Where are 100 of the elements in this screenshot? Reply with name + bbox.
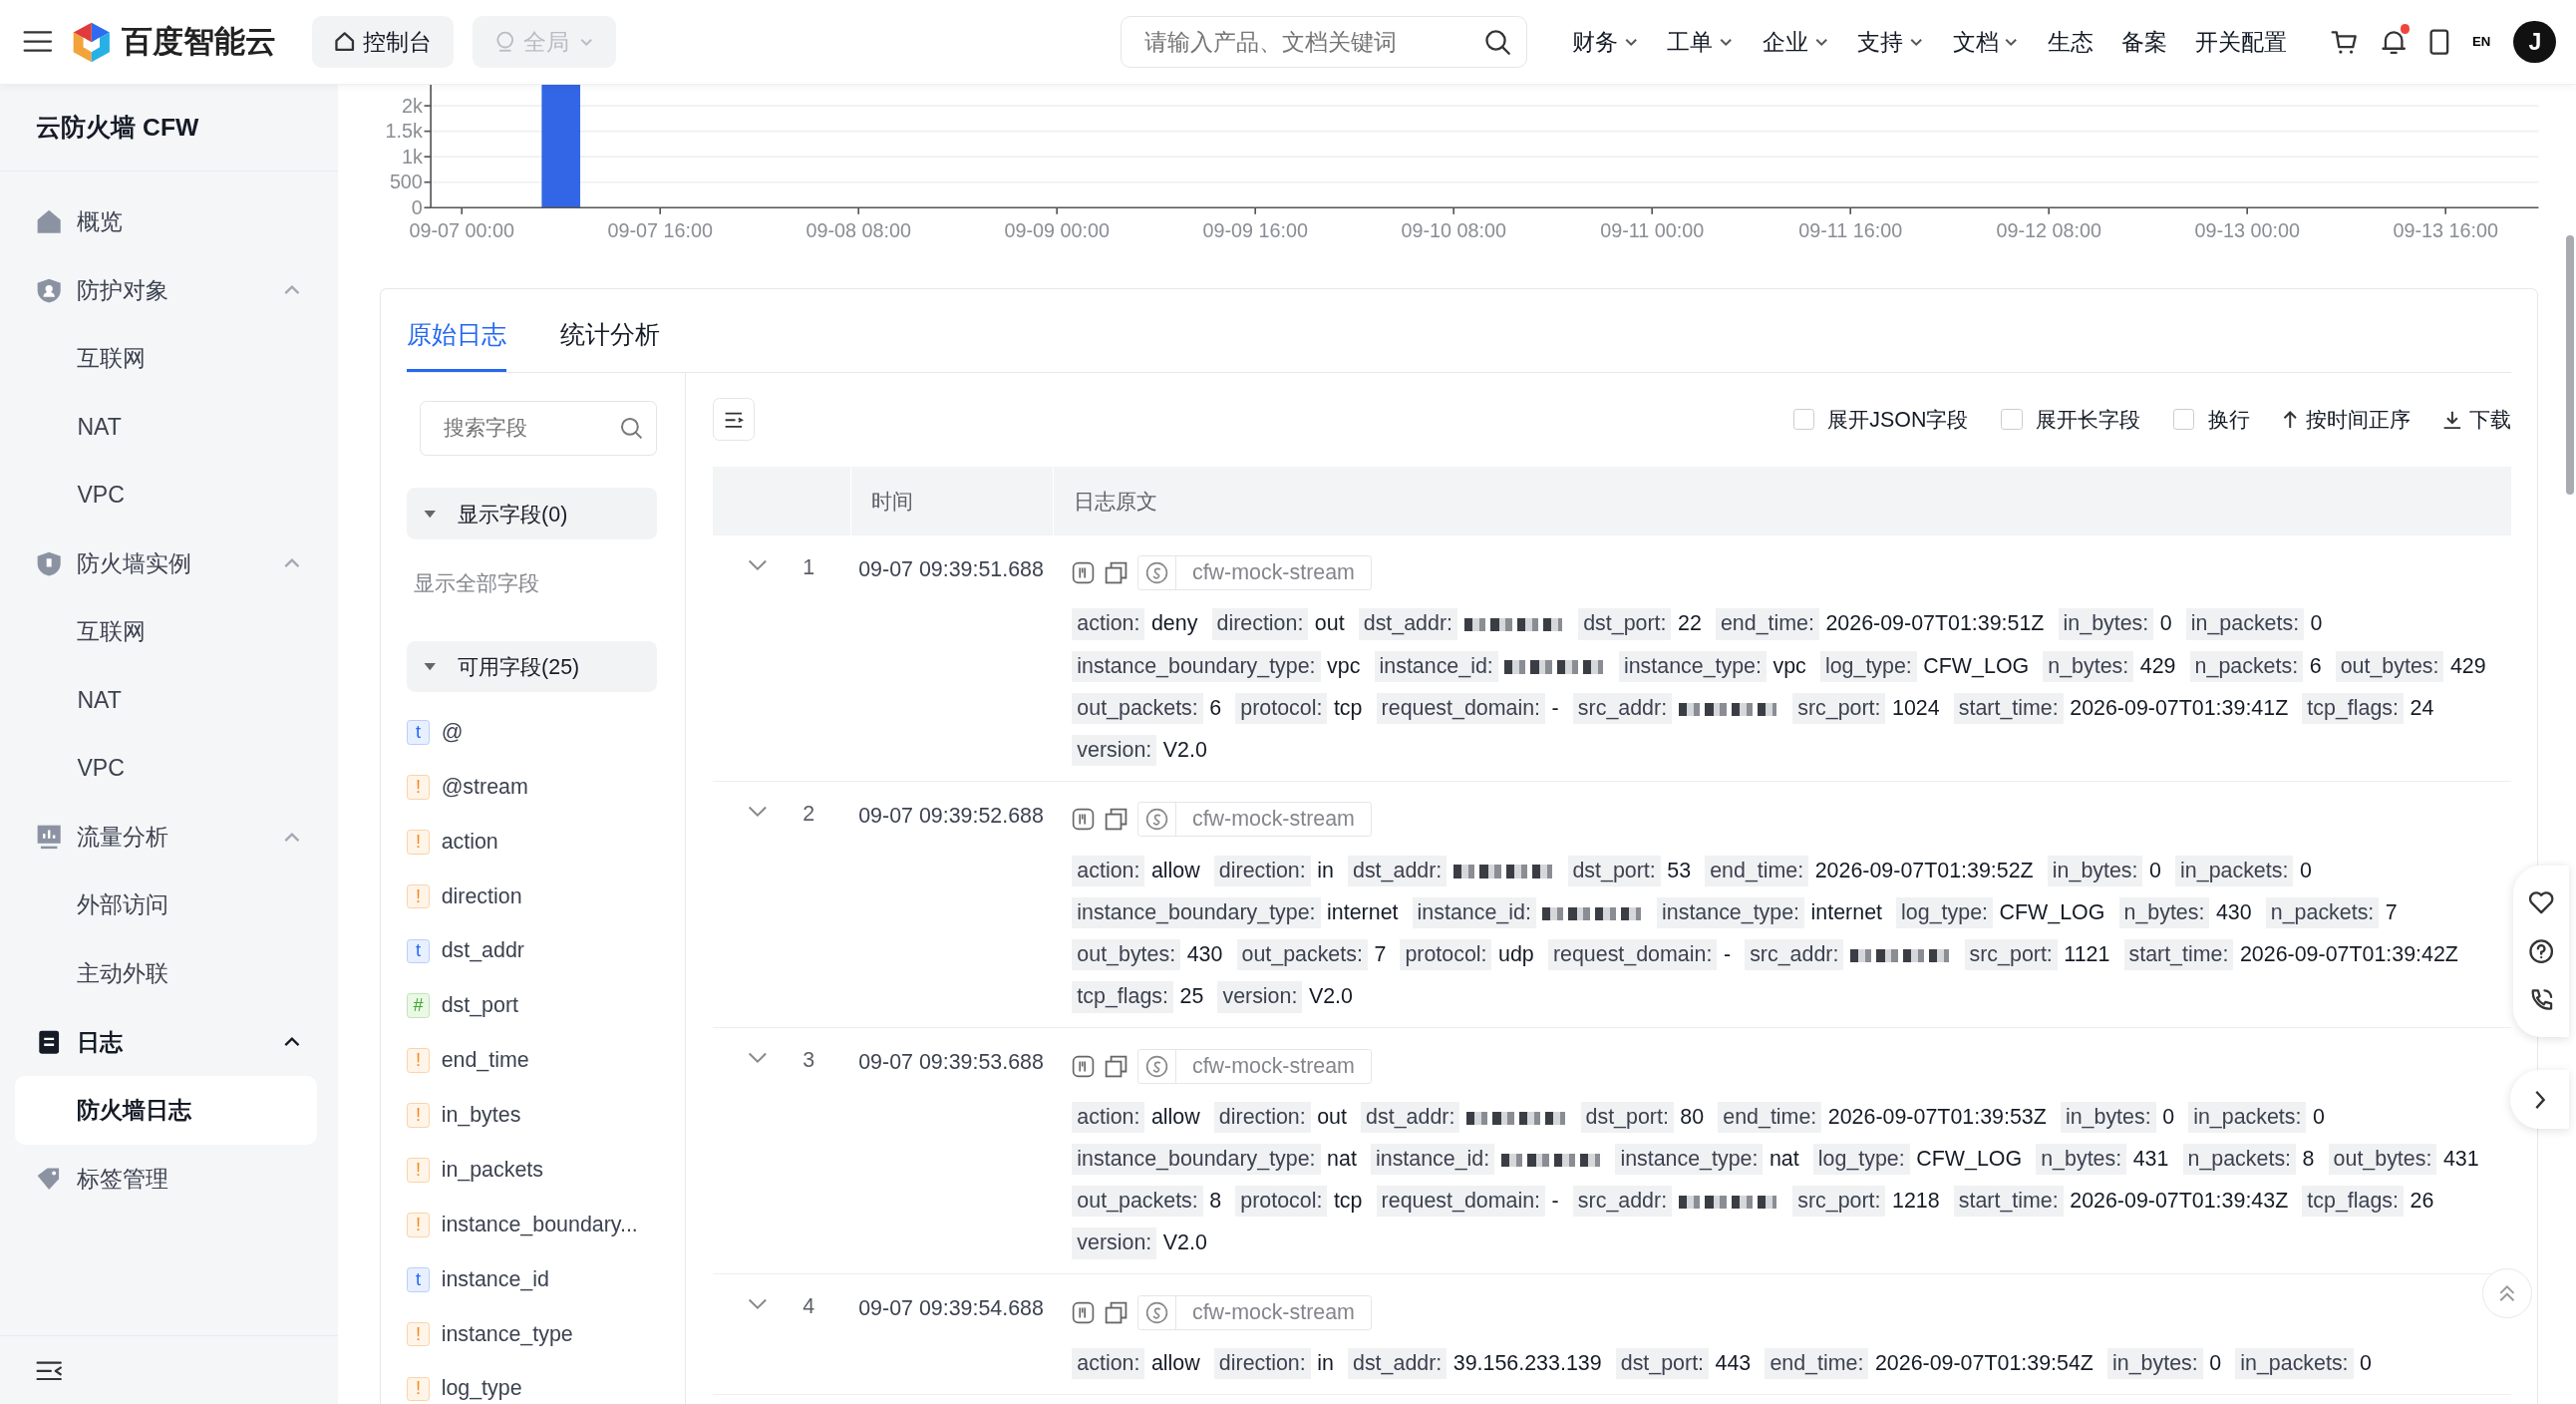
json-icon[interactable] xyxy=(1072,561,1096,585)
copy-icon[interactable] xyxy=(1105,561,1128,585)
row-number: 1 xyxy=(803,554,816,581)
nav-menu-item[interactable]: 生态 xyxy=(2036,26,2105,58)
sidebar-item[interactable]: 日志 xyxy=(0,1007,339,1077)
sort-button[interactable]: 按时间正序 xyxy=(2282,405,2411,435)
nav-menu-item[interactable]: 企业 xyxy=(1751,26,1841,58)
list-icon xyxy=(724,411,744,428)
sidebar-subitem[interactable]: NAT xyxy=(14,392,318,462)
nav-menu-item[interactable]: 备案 xyxy=(2109,26,2179,58)
row-number: 3 xyxy=(803,1048,816,1074)
field-value: V2.0 xyxy=(1308,983,1353,1011)
field-key: direction: xyxy=(1213,1347,1311,1380)
search-input[interactable]: 请输入产品、文档关键词 xyxy=(1140,26,1484,58)
checkbox-option[interactable]: 换行 xyxy=(2172,405,2250,435)
sidebar-subitem[interactable]: 外部访问 xyxy=(14,871,318,940)
field-item[interactable]: ! action xyxy=(407,814,658,870)
collapse-button[interactable] xyxy=(36,1360,63,1381)
sidebar-item[interactable]: 防火墙实例 xyxy=(0,528,339,598)
field-item[interactable]: ! in_packets xyxy=(407,1143,658,1198)
nav-menu-item[interactable]: 工单 xyxy=(1655,26,1747,58)
field-key: dst_port: xyxy=(1580,1101,1674,1134)
sidebar-item[interactable]: 流量分析 xyxy=(0,803,339,872)
field-key: version: xyxy=(1072,1228,1157,1259)
field-value: - xyxy=(1551,694,1559,722)
field-key: end_time: xyxy=(1705,855,1809,886)
field-key: in_packets: xyxy=(2175,855,2294,886)
field-key: out_packets: xyxy=(1072,1186,1203,1218)
sidebar-subitem[interactable]: 互联网 xyxy=(14,324,318,393)
copy-icon[interactable] xyxy=(1105,1054,1128,1078)
sidebar-subitem[interactable]: 防火墙日志 xyxy=(14,1076,318,1145)
sidebar-item[interactable]: 防护对象 xyxy=(0,255,339,325)
json-icon[interactable] xyxy=(1072,1054,1096,1078)
field-item[interactable]: ! in_bytes xyxy=(407,1088,658,1143)
field-value: 0 xyxy=(2162,1103,2175,1131)
layout-button[interactable] xyxy=(712,398,756,442)
field-value: 24 xyxy=(2410,694,2434,722)
field-item[interactable]: ! instance_boundary... xyxy=(407,1197,658,1252)
y-tick-label: 0 xyxy=(411,196,423,219)
field-item[interactable]: t @ xyxy=(407,705,658,760)
sidebar-subitem[interactable]: VPC xyxy=(14,734,318,804)
field-item[interactable]: t dst_addr xyxy=(407,923,658,979)
user-avatar[interactable]: J xyxy=(2513,20,2557,64)
sidebar-item[interactable]: 标签管理 xyxy=(0,1144,339,1214)
scrollbar[interactable] xyxy=(2566,234,2575,496)
field-key: request_domain: xyxy=(1376,692,1545,725)
nav-menu-item[interactable]: 开关配置 xyxy=(2183,26,2299,58)
field-key: src_port: xyxy=(1792,692,1886,725)
y-tick-label: 500 xyxy=(389,171,423,193)
copy-icon[interactable] xyxy=(1105,808,1128,832)
field-key: out_bytes: xyxy=(1072,939,1181,971)
nav-menu-item[interactable]: 财务 xyxy=(1560,26,1651,58)
field-value: V2.0 xyxy=(1162,1229,1207,1257)
checkbox-option[interactable]: 展开长字段 xyxy=(2001,405,2140,435)
sidebar-subitem[interactable]: VPC xyxy=(14,461,318,529)
field-type-badge: t xyxy=(407,1266,431,1292)
field-item[interactable]: # dst_port xyxy=(407,978,658,1034)
field-key: n_packets: xyxy=(2189,650,2304,682)
menu-button[interactable] xyxy=(23,30,53,54)
json-icon[interactable] xyxy=(1072,1300,1096,1324)
field-type-badge: t xyxy=(407,938,431,964)
sidebar-subitem[interactable]: 互联网 xyxy=(14,597,318,667)
copy-icon[interactable] xyxy=(1105,1300,1128,1324)
field-key: src_port: xyxy=(1964,939,2058,971)
tab[interactable]: 统计分析 xyxy=(560,289,661,372)
field-key: dst_port: xyxy=(1567,855,1661,886)
field-value: 0 xyxy=(2209,1349,2222,1377)
field-value: 0 xyxy=(2360,1349,2372,1377)
cart-button[interactable] xyxy=(2331,28,2358,56)
console-button[interactable]: 控制台 xyxy=(312,15,454,69)
sidebar-subitem[interactable]: NAT xyxy=(14,666,318,735)
sidebar-subitem[interactable]: 主动外联 xyxy=(14,939,318,1008)
field-item[interactable]: ! end_time xyxy=(407,1033,658,1089)
nav-menu-item[interactable]: 文档 xyxy=(1941,26,2032,58)
field-value: 0 xyxy=(2149,857,2161,884)
device-button[interactable] xyxy=(2429,28,2449,56)
field-key: n_packets: xyxy=(2182,1144,2296,1176)
language-button[interactable]: EN xyxy=(2472,35,2491,49)
field-search[interactable]: 搜索字段 xyxy=(420,400,658,456)
field-item[interactable]: t instance_id xyxy=(407,1251,658,1307)
field-group-header[interactable]: 显示字段(0) xyxy=(407,488,658,539)
checkbox-option[interactable]: 展开JSON字段 xyxy=(1792,405,1969,435)
json-icon[interactable] xyxy=(1072,808,1096,832)
help-button[interactable] xyxy=(2528,937,2555,965)
field-value: 7 xyxy=(2385,898,2398,926)
nav-menu-item[interactable]: 支持 xyxy=(1845,26,1937,58)
sidebar-item[interactable]: 概览 xyxy=(0,187,339,256)
field-value: 0 xyxy=(2312,1103,2325,1131)
show-all-fields-link[interactable]: 显示全部字段 xyxy=(407,538,549,641)
field-value: out xyxy=(1317,1103,1347,1131)
search-field[interactable]: 请输入产品、文档关键词 xyxy=(1120,15,1528,69)
field-item[interactable]: ! log_type xyxy=(407,1361,658,1404)
stream-tag: cfw-mock-stream xyxy=(1137,555,1373,591)
field-item[interactable]: ! instance_type xyxy=(407,1306,658,1362)
field-item[interactable]: ! direction xyxy=(407,869,658,924)
field-group-header[interactable]: 可用字段(25) xyxy=(407,640,658,692)
field-item[interactable]: ! @stream xyxy=(407,759,658,815)
tab[interactable]: 原始日志 xyxy=(407,289,507,372)
heart-button[interactable] xyxy=(2528,888,2555,915)
download-button[interactable]: 下载 xyxy=(2442,405,2511,435)
